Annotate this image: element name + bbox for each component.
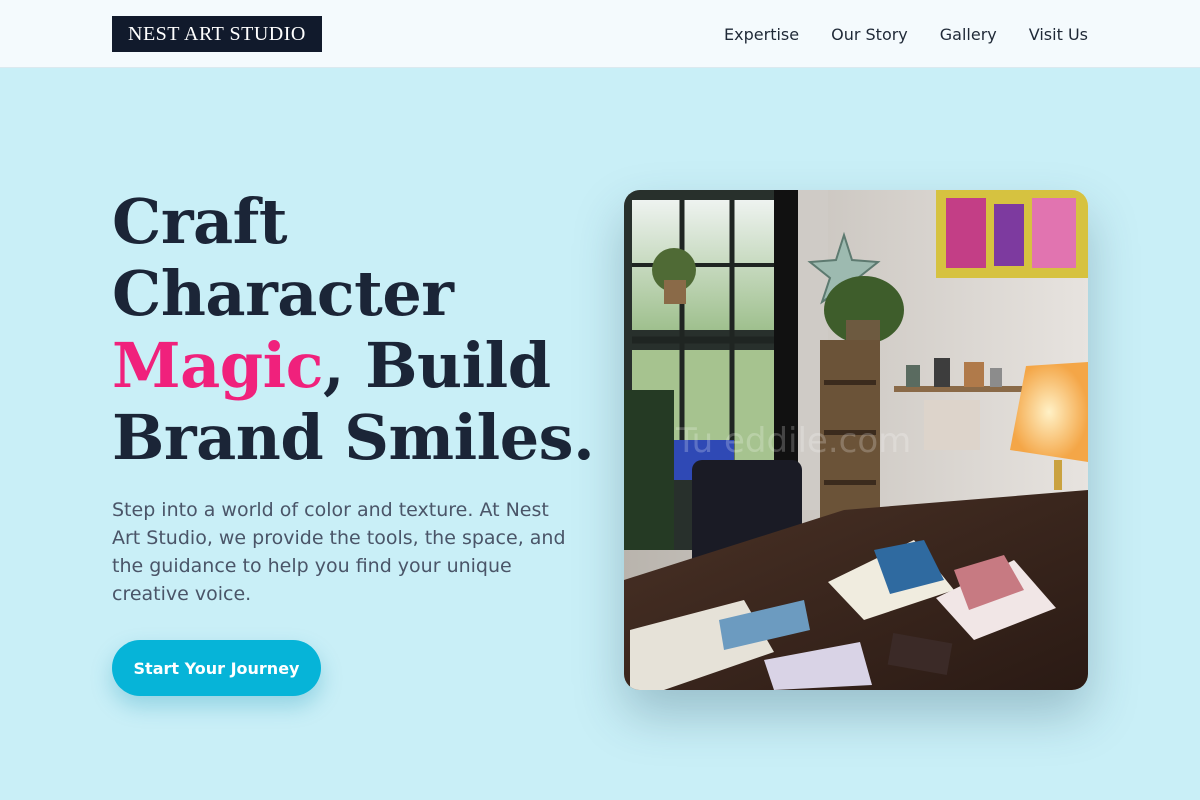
hero-headline: Craft Character Magic, Build Brand Smile… [112, 186, 612, 474]
nav-link-expertise[interactable]: Expertise [724, 25, 799, 44]
brand-logo[interactable]: NEST ART STUDIO [112, 16, 322, 52]
nav-link-gallery[interactable]: Gallery [940, 25, 997, 44]
headline-accent-word: Magic [112, 329, 323, 402]
studio-photo-illustration: Tu eddile.com [624, 190, 1088, 690]
site-header: NEST ART STUDIO Expertise Our Story Gall… [0, 0, 1200, 68]
studio-photo: Tu eddile.com [624, 190, 1088, 690]
nav-link-visit-us[interactable]: Visit Us [1029, 25, 1088, 44]
nav-link-our-story[interactable]: Our Story [831, 25, 908, 44]
headline-text: Craft Character [112, 185, 454, 330]
main-nav: Expertise Our Story Gallery Visit Us [724, 0, 1088, 68]
svg-text:Tu eddile.com: Tu eddile.com [675, 421, 911, 461]
hero-description: Step into a world of color and texture. … [112, 499, 566, 605]
start-journey-button[interactable]: Start Your Journey [112, 640, 321, 696]
